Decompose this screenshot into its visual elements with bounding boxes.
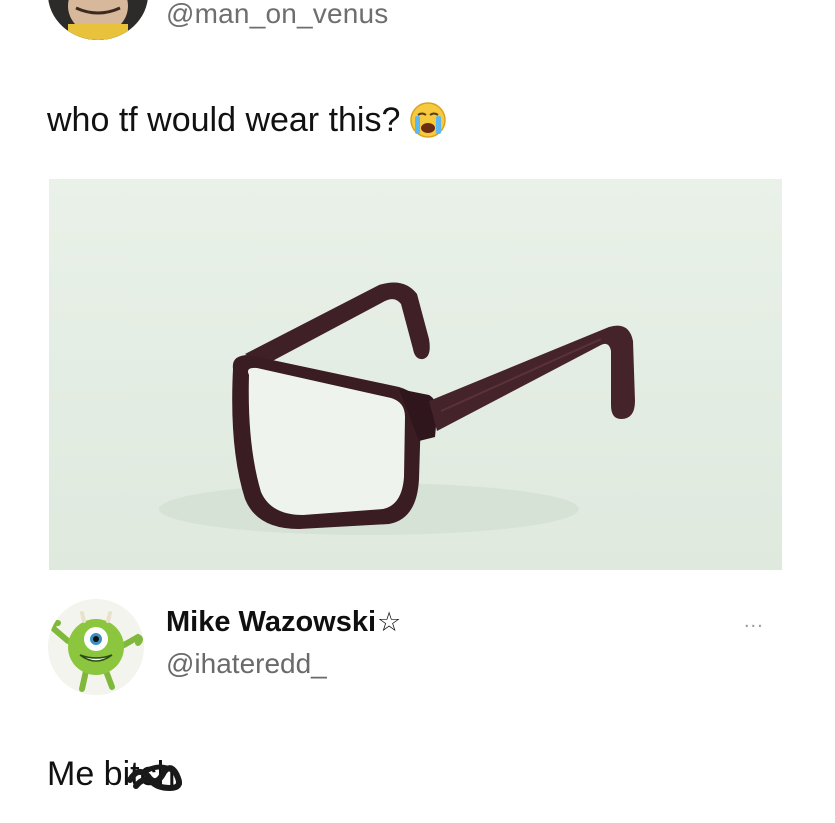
reply-display-name[interactable]: Mike Wazowski ☆	[166, 606, 401, 639]
post-image[interactable]	[49, 179, 782, 570]
reply-handle[interactable]: @ihateredd_	[166, 648, 327, 680]
post-text: who tf would wear this?	[47, 100, 448, 140]
glasses-illustration	[49, 179, 782, 570]
mike-wazowski-avatar	[48, 599, 144, 695]
loudly-crying-face-icon	[408, 100, 448, 140]
post-text-body: who tf would wear this?	[47, 100, 401, 139]
avatar-reply[interactable]	[48, 599, 144, 695]
reply-display-name-text: Mike Wazowski	[166, 606, 377, 638]
avatar-top[interactable]	[48, 0, 148, 40]
scribble-censor-mark	[127, 764, 182, 791]
author-handle[interactable]: @man_on_venus	[166, 0, 389, 30]
avatar-top-image	[48, 0, 148, 40]
more-options-icon[interactable]: ...	[744, 610, 764, 633]
star-icon: ☆	[377, 607, 402, 637]
